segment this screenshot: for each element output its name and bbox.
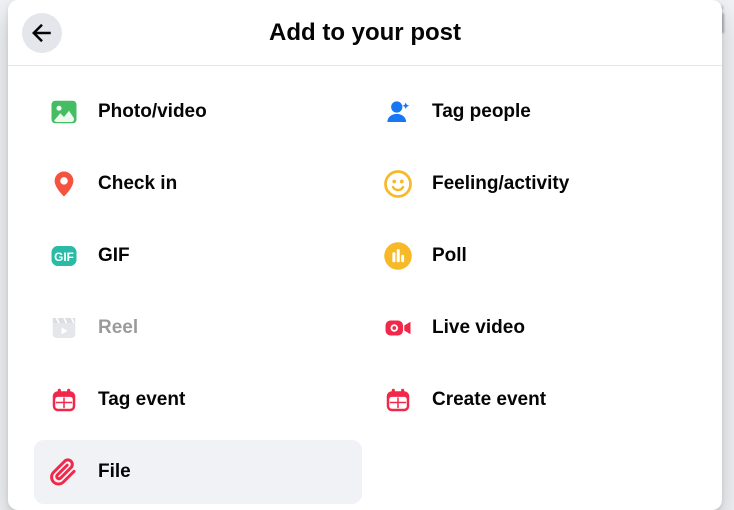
option-label: Feeling/activity — [432, 173, 569, 195]
option-gif[interactable]: GIF GIF — [34, 224, 362, 288]
tag-people-icon — [382, 96, 414, 128]
option-check-in[interactable]: Check in — [34, 152, 362, 216]
photo-icon — [48, 96, 80, 128]
option-feeling-activity[interactable]: Feeling/activity — [368, 152, 696, 216]
location-icon — [48, 168, 80, 200]
option-label: Check in — [98, 173, 177, 195]
svg-text:GIF: GIF — [54, 250, 74, 264]
dialog-header: Add to your post — [8, 0, 722, 66]
option-label: GIF — [98, 245, 130, 267]
reel-icon — [48, 312, 80, 344]
option-create-event[interactable]: Create event — [368, 368, 696, 432]
option-poll[interactable]: Poll — [368, 224, 696, 288]
paperclip-icon — [48, 456, 80, 488]
smiley-icon — [382, 168, 414, 200]
calendar-icon — [48, 384, 80, 416]
option-tag-event[interactable]: Tag event — [34, 368, 362, 432]
dialog-title: Add to your post — [269, 19, 461, 47]
option-tag-people[interactable]: Tag people — [368, 80, 696, 144]
gif-icon: GIF — [48, 240, 80, 272]
option-live-video[interactable]: Live video — [368, 296, 696, 360]
back-button[interactable] — [22, 13, 62, 53]
calendar-icon — [382, 384, 414, 416]
option-label: Tag event — [98, 389, 185, 411]
option-label: Tag people — [432, 101, 531, 123]
options-grid: Photo/video Tag people Check in Feeling/… — [8, 66, 722, 510]
option-label: File — [98, 461, 131, 483]
option-reel: Reel — [34, 296, 362, 360]
option-label: Poll — [432, 245, 467, 267]
option-label: Live video — [432, 317, 525, 339]
option-label: Reel — [98, 317, 138, 339]
option-photo-video[interactable]: Photo/video — [34, 80, 362, 144]
option-label: Photo/video — [98, 101, 207, 123]
poll-icon — [382, 240, 414, 272]
add-to-post-dialog: Add to your post Photo/video Tag people … — [8, 0, 722, 510]
option-file[interactable]: File — [34, 440, 362, 504]
arrow-left-icon — [26, 17, 58, 49]
live-video-icon — [382, 312, 414, 344]
option-label: Create event — [432, 389, 546, 411]
